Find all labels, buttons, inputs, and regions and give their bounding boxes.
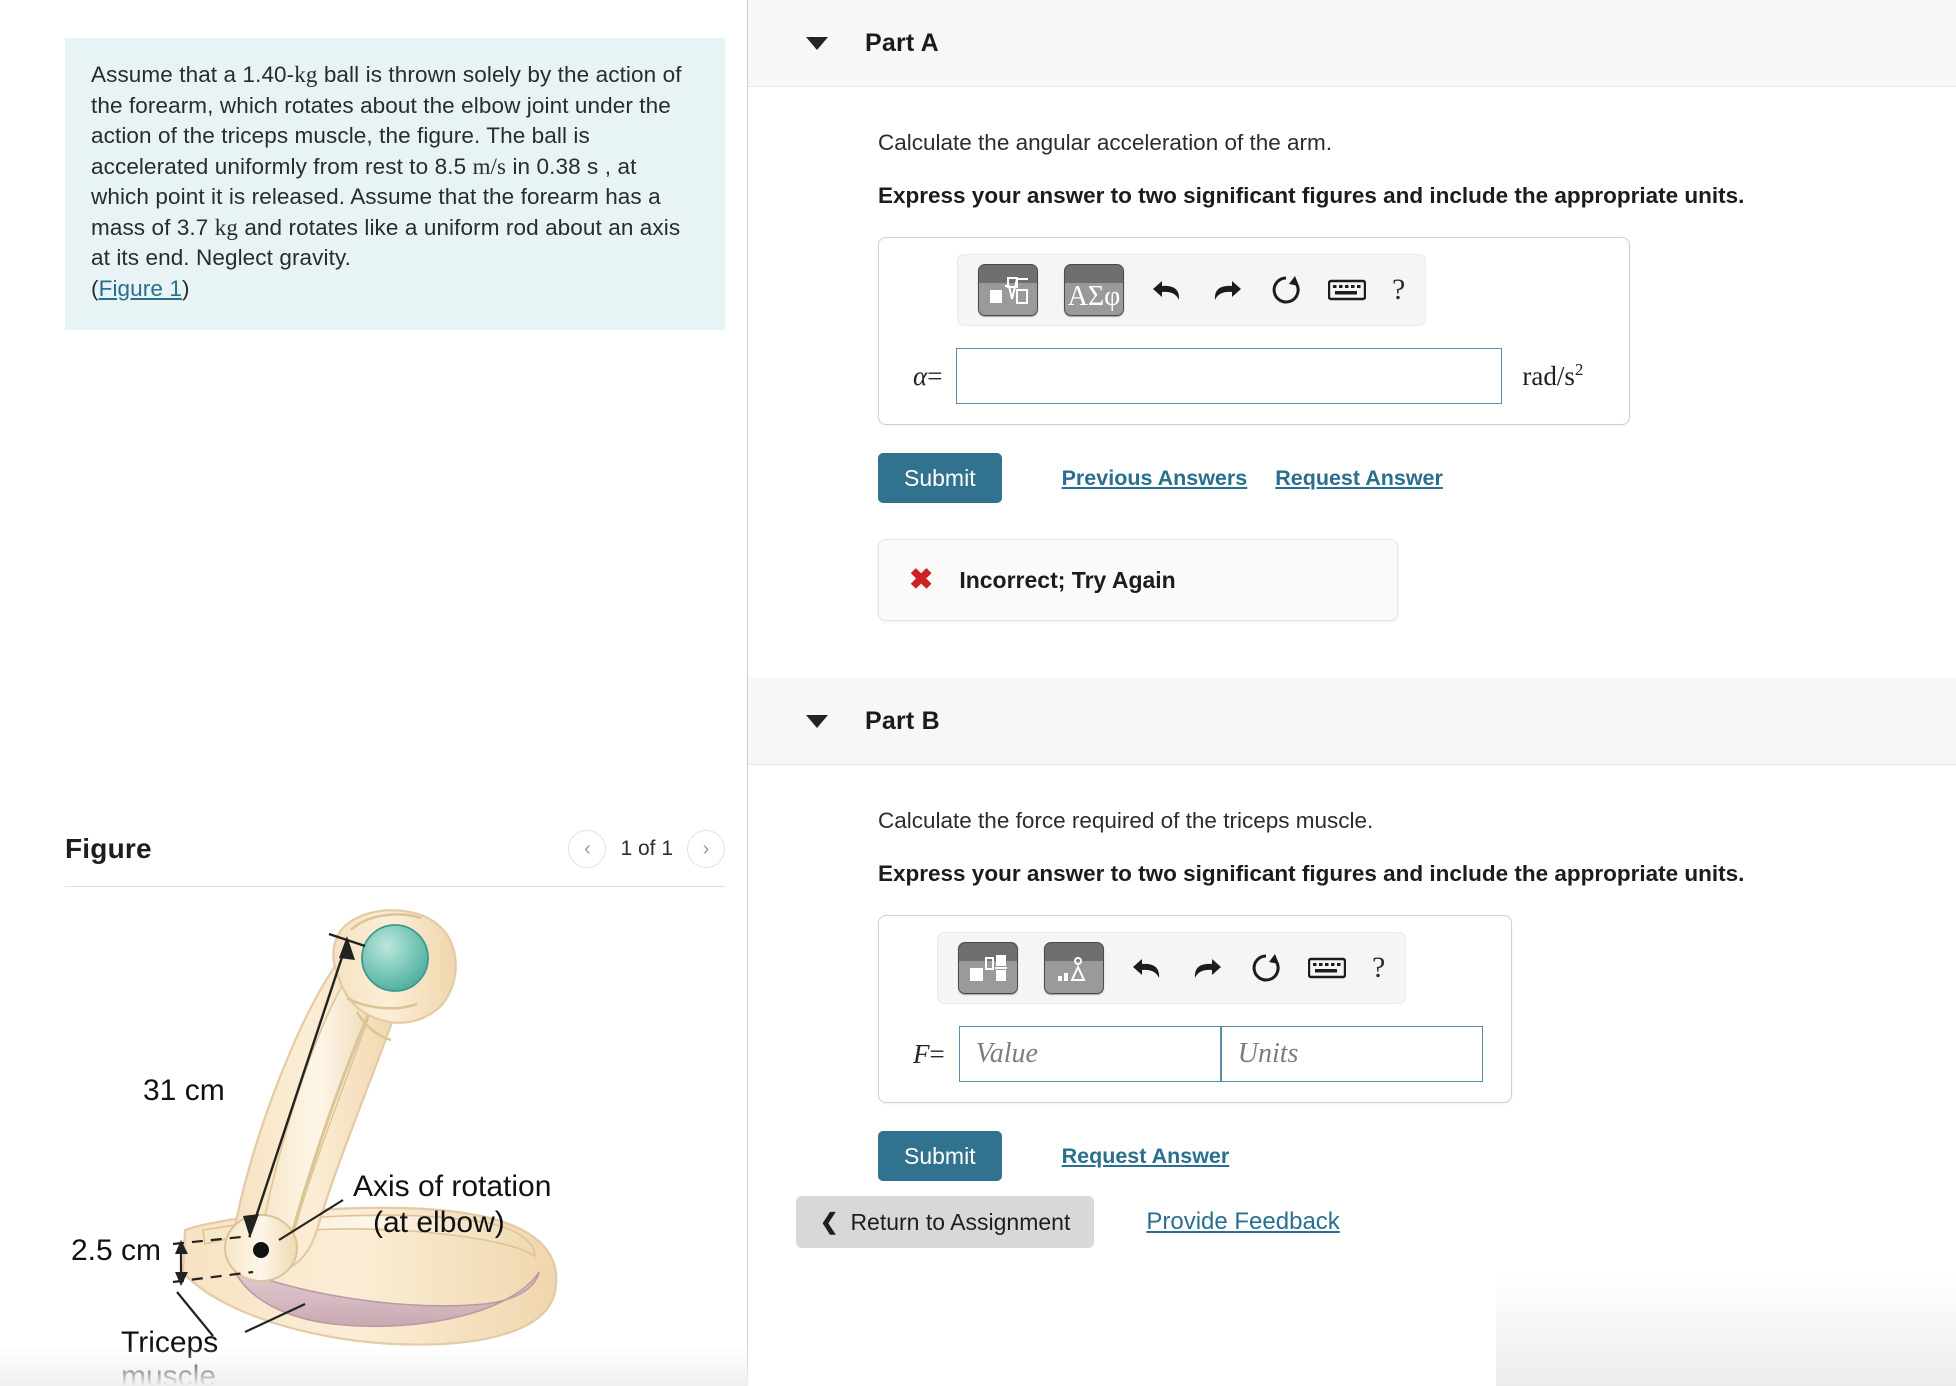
arm-diagram-svg: 31 cm 2.5 cm Axis of rotation (at elbow)… bbox=[71, 909, 558, 1386]
part-a-math-toolbar: ΑΣφ ? bbox=[957, 254, 1427, 326]
part-a-body: Calculate the angular acceleration of th… bbox=[748, 130, 1956, 621]
part-a-feedback-banner: ✖ Incorrect; Try Again bbox=[878, 539, 1398, 621]
right-panel: Part A Calculate the angular acceleratio… bbox=[748, 0, 1956, 1386]
return-to-assignment-label: Return to Assignment bbox=[850, 1208, 1071, 1235]
chevron-left-icon: ❮ bbox=[820, 1209, 839, 1234]
part-a-title: Part A bbox=[865, 28, 939, 57]
figure-divider bbox=[65, 886, 725, 887]
reset-icon[interactable] bbox=[1270, 274, 1302, 306]
figure-pager-label: 1 of 1 bbox=[620, 837, 673, 860]
footer-shade bbox=[1496, 1276, 1956, 1386]
units-template-icon[interactable] bbox=[1044, 942, 1104, 994]
collapse-caret-icon[interactable] bbox=[806, 714, 828, 728]
part-b-button-row: Submit Request Answer bbox=[878, 1131, 1956, 1181]
part-a-feedback-text: Incorrect; Try Again bbox=[959, 566, 1176, 593]
undo-icon[interactable] bbox=[1150, 275, 1184, 305]
greek-symbols-icon[interactable]: ΑΣφ bbox=[1064, 264, 1124, 316]
part-a-answer-input[interactable] bbox=[956, 348, 1503, 404]
part-a-input-row: α= rad/s2 bbox=[899, 348, 1609, 404]
question-text: Assume that a 1.40-kg ball is thrown sol… bbox=[91, 60, 699, 304]
page-footer: ❮ Return to Assignment Provide Feedback bbox=[796, 1196, 1340, 1248]
figure-pager: ‹ 1 of 1 › bbox=[568, 830, 725, 868]
ball-shape bbox=[361, 924, 429, 992]
figure-link-suffix: ) bbox=[181, 275, 190, 301]
part-a-instruction: Express your answer to two significant f… bbox=[878, 183, 1745, 208]
problem-page: Assume that a 1.40-kg ball is thrown sol… bbox=[0, 0, 1956, 1386]
units-template-glyph bbox=[1058, 957, 1086, 981]
layout-template-icon[interactable] bbox=[958, 942, 1018, 994]
part-b-variable-label: F= bbox=[913, 1039, 945, 1070]
question-statement-card: Assume that a 1.40-kg ball is thrown sol… bbox=[65, 38, 725, 330]
redo-icon[interactable] bbox=[1190, 953, 1224, 983]
question-text-run: Assume that a 1.40- bbox=[91, 62, 295, 87]
axis-point-marker bbox=[253, 1242, 269, 1258]
question-math-unit: kg bbox=[214, 214, 238, 240]
layout-template-glyph bbox=[970, 955, 1007, 981]
figure-image[interactable]: 31 cm 2.5 cm Axis of rotation (at elbow)… bbox=[65, 900, 725, 1386]
figure-prev-button[interactable]: ‹ bbox=[568, 830, 607, 868]
part-b-prompt: Calculate the force required of the tric… bbox=[878, 808, 1374, 833]
part-b-header[interactable]: Part B bbox=[748, 678, 1956, 765]
figure-header: Figure ‹ 1 of 1 › bbox=[65, 830, 725, 868]
figure-panel-title: Figure bbox=[65, 833, 152, 864]
part-a-answer-box: ΑΣφ ? α= rad/s2 bbox=[878, 237, 1630, 425]
equals-symbol: = bbox=[929, 1038, 945, 1069]
label-triceps-line2: muscle bbox=[121, 1360, 216, 1386]
provide-feedback-link[interactable]: Provide Feedback bbox=[1146, 1208, 1339, 1236]
return-to-assignment-button[interactable]: ❮ Return to Assignment bbox=[796, 1196, 1095, 1248]
part-a-header[interactable]: Part A bbox=[748, 0, 1956, 87]
question-math-unit: m/s bbox=[472, 153, 507, 179]
x-mark-icon: ✖ bbox=[909, 563, 934, 596]
part-b-instruction: Express your answer to two significant f… bbox=[878, 861, 1745, 886]
part-a-prompt: Calculate the angular acceleration of th… bbox=[878, 130, 1333, 155]
alpha-symbol: α bbox=[913, 360, 928, 391]
keyboard-icon[interactable] bbox=[1328, 277, 1366, 303]
unit-base: rad/s bbox=[1522, 361, 1575, 391]
figure-next-button[interactable]: › bbox=[687, 830, 725, 868]
part-a-button-row: Submit Previous Answers Request Answer bbox=[878, 453, 1956, 503]
part-b-title: Part B bbox=[865, 706, 940, 735]
greek-symbols-label: ΑΣφ bbox=[1067, 280, 1121, 312]
part-a-request-answer-link[interactable]: Request Answer bbox=[1275, 466, 1443, 491]
label-moment-arm: 2.5 cm bbox=[71, 1234, 161, 1267]
part-a-previous-answers-link[interactable]: Previous Answers bbox=[1062, 466, 1248, 491]
part-b-submit-button[interactable]: Submit bbox=[878, 1131, 1002, 1181]
equals-symbol: = bbox=[927, 360, 943, 391]
label-triceps-line1: Triceps bbox=[121, 1326, 218, 1359]
undo-icon[interactable] bbox=[1130, 953, 1164, 983]
help-icon[interactable]: ? bbox=[1372, 951, 1385, 985]
math-template-glyph bbox=[990, 277, 1028, 304]
label-length: 31 cm bbox=[143, 1074, 225, 1107]
label-axis-line1: Axis of rotation bbox=[353, 1170, 551, 1203]
part-b-request-answer-link[interactable]: Request Answer bbox=[1062, 1144, 1230, 1169]
label-axis-line2: (at elbow) bbox=[373, 1206, 505, 1239]
moment-arm-arrow-down bbox=[175, 1272, 188, 1286]
help-icon[interactable]: ? bbox=[1392, 273, 1405, 307]
part-b-body: Calculate the force required of the tric… bbox=[748, 808, 1956, 1181]
math-template-icon[interactable] bbox=[978, 264, 1038, 316]
part-b-units-input[interactable]: Units bbox=[1220, 1026, 1483, 1082]
chevron-right-icon: › bbox=[702, 838, 710, 860]
question-math-unit: kg bbox=[294, 62, 318, 87]
collapse-caret-icon[interactable] bbox=[806, 36, 828, 50]
redo-icon[interactable] bbox=[1210, 275, 1244, 305]
reset-icon[interactable] bbox=[1250, 952, 1282, 984]
chevron-left-icon: ‹ bbox=[584, 838, 591, 860]
part-b-input-row: F= Value Units bbox=[899, 1026, 1491, 1082]
part-a-unit-label: rad/s2 bbox=[1522, 360, 1583, 392]
part-a-submit-button[interactable]: Submit bbox=[878, 453, 1002, 503]
part-b-value-input[interactable]: Value bbox=[958, 1026, 1221, 1082]
keyboard-icon[interactable] bbox=[1308, 955, 1346, 981]
left-panel: Assume that a 1.40-kg ball is thrown sol… bbox=[0, 0, 748, 1386]
force-symbol: F bbox=[913, 1038, 930, 1069]
part-a-variable-label: α= bbox=[913, 361, 942, 392]
unit-exponent: 2 bbox=[1574, 360, 1584, 379]
figure-link-prefix: ( bbox=[91, 275, 99, 301]
figure-1-link[interactable]: Figure 1 bbox=[99, 276, 182, 301]
part-b-answer-box: ? F= Value Units bbox=[878, 915, 1512, 1103]
part-b-math-toolbar: ? bbox=[937, 932, 1407, 1004]
